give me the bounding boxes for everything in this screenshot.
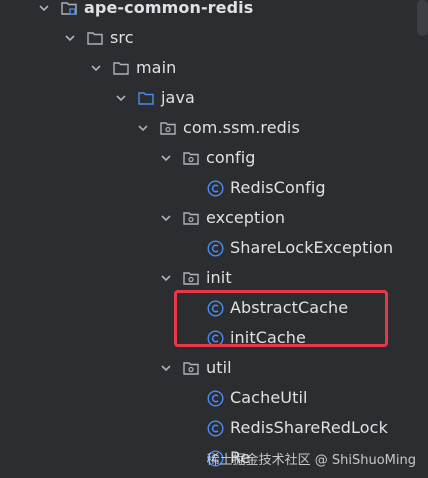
tree-label: util xyxy=(206,358,232,377)
tree-row-config[interactable]: config xyxy=(158,143,428,173)
chevron-down-icon[interactable] xyxy=(62,30,78,46)
chevron-down-icon[interactable] xyxy=(158,270,174,286)
class-icon xyxy=(207,389,224,407)
tree-row-redissharedlock[interactable]: RedisShareRedLock xyxy=(207,413,428,443)
highlight-box xyxy=(174,290,388,347)
class-icon xyxy=(207,419,224,437)
chevron-down-icon[interactable] xyxy=(158,360,174,376)
tree-row-src[interactable]: src xyxy=(62,23,428,53)
chevron-down-icon[interactable] xyxy=(158,210,174,226)
tree-label: init xyxy=(206,268,232,287)
tree-row-cacheutil[interactable]: CacheUtil xyxy=(207,383,428,413)
folder-icon xyxy=(112,59,130,77)
tree-label: ape-common-redis xyxy=(84,0,254,17)
tree-label: com.ssm.redis xyxy=(183,118,300,137)
tree-row-main[interactable]: main xyxy=(88,53,428,83)
class-icon xyxy=(207,179,224,197)
tree-row-package-root[interactable]: com.ssm.redis xyxy=(135,113,428,143)
package-icon xyxy=(182,359,200,377)
tree-label: config xyxy=(206,148,256,167)
watermark: 稀土掘金技术社区 @ ShiShuoMing xyxy=(206,453,416,468)
package-icon xyxy=(159,119,177,137)
source-folder-icon xyxy=(137,89,155,107)
tree-label: src xyxy=(110,28,134,47)
package-icon xyxy=(182,269,200,287)
package-icon xyxy=(182,149,200,167)
tree-row-init[interactable]: init xyxy=(158,263,428,293)
chevron-down-icon[interactable] xyxy=(158,150,174,166)
tree-row-util[interactable]: util xyxy=(158,353,428,383)
tree-row-java[interactable]: java xyxy=(113,83,428,113)
chevron-down-icon[interactable] xyxy=(36,0,52,16)
project-tree-panel: ape-common-redis src main java com.ssm.r… xyxy=(0,0,428,478)
tree-row-root[interactable]: ape-common-redis xyxy=(36,0,428,23)
tree-label: exception xyxy=(206,208,286,227)
package-icon xyxy=(182,209,200,227)
tree-row-redisconfig[interactable]: RedisConfig xyxy=(207,173,428,203)
tree-label: main xyxy=(136,58,177,77)
tree-label: CacheUtil xyxy=(230,388,308,407)
tree-label: RedisConfig xyxy=(230,178,326,197)
module-folder-icon xyxy=(60,0,78,17)
chevron-down-icon[interactable] xyxy=(113,90,129,106)
tree-label: RedisShareRedLock xyxy=(230,418,388,437)
folder-icon xyxy=(86,29,104,47)
chevron-down-icon[interactable] xyxy=(135,120,151,136)
class-icon xyxy=(207,239,224,257)
tree-label: java xyxy=(161,88,195,107)
tree-row-sharelockexception[interactable]: ShareLockException xyxy=(207,233,428,263)
tree-row-exception[interactable]: exception xyxy=(158,203,428,233)
chevron-down-icon[interactable] xyxy=(88,60,104,76)
tree-label: ShareLockException xyxy=(230,238,394,257)
